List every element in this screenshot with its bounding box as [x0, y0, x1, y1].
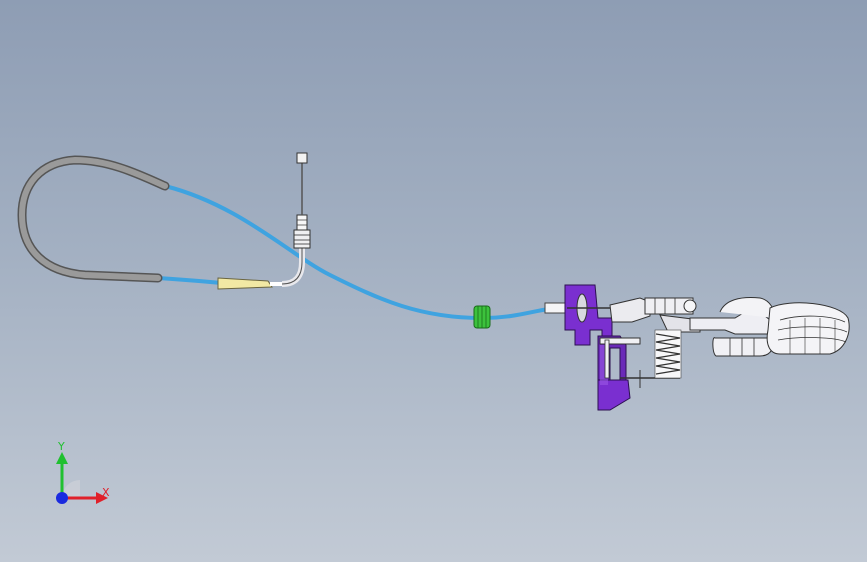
ferrule[interactable]	[217, 277, 273, 290]
model-scene[interactable]	[0, 0, 867, 562]
triad-axes	[56, 452, 108, 504]
blue-cable[interactable]	[163, 184, 562, 321]
linkage-mechanism[interactable]	[599, 297, 701, 388]
blue-cable-lower[interactable]	[157, 276, 223, 285]
graphics-viewport[interactable]: Y X	[0, 0, 867, 562]
x-axis-label: X	[102, 486, 110, 499]
vertical-fitting[interactable]	[293, 214, 311, 249]
cable-end-sleeve[interactable]	[544, 302, 568, 314]
y-axis-label: Y	[58, 440, 65, 453]
orientation-triad: Y X	[40, 440, 120, 510]
wire-end-nipple[interactable]	[296, 152, 308, 164]
lever-handle[interactable]	[689, 297, 850, 357]
adjuster-nut[interactable]	[473, 305, 491, 329]
z-axis-dot-icon	[56, 492, 68, 504]
return-spring[interactable]	[654, 329, 682, 379]
y-axis-arrow-icon	[56, 452, 68, 464]
grey-sheath-loop-highlight	[18, 156, 168, 281]
